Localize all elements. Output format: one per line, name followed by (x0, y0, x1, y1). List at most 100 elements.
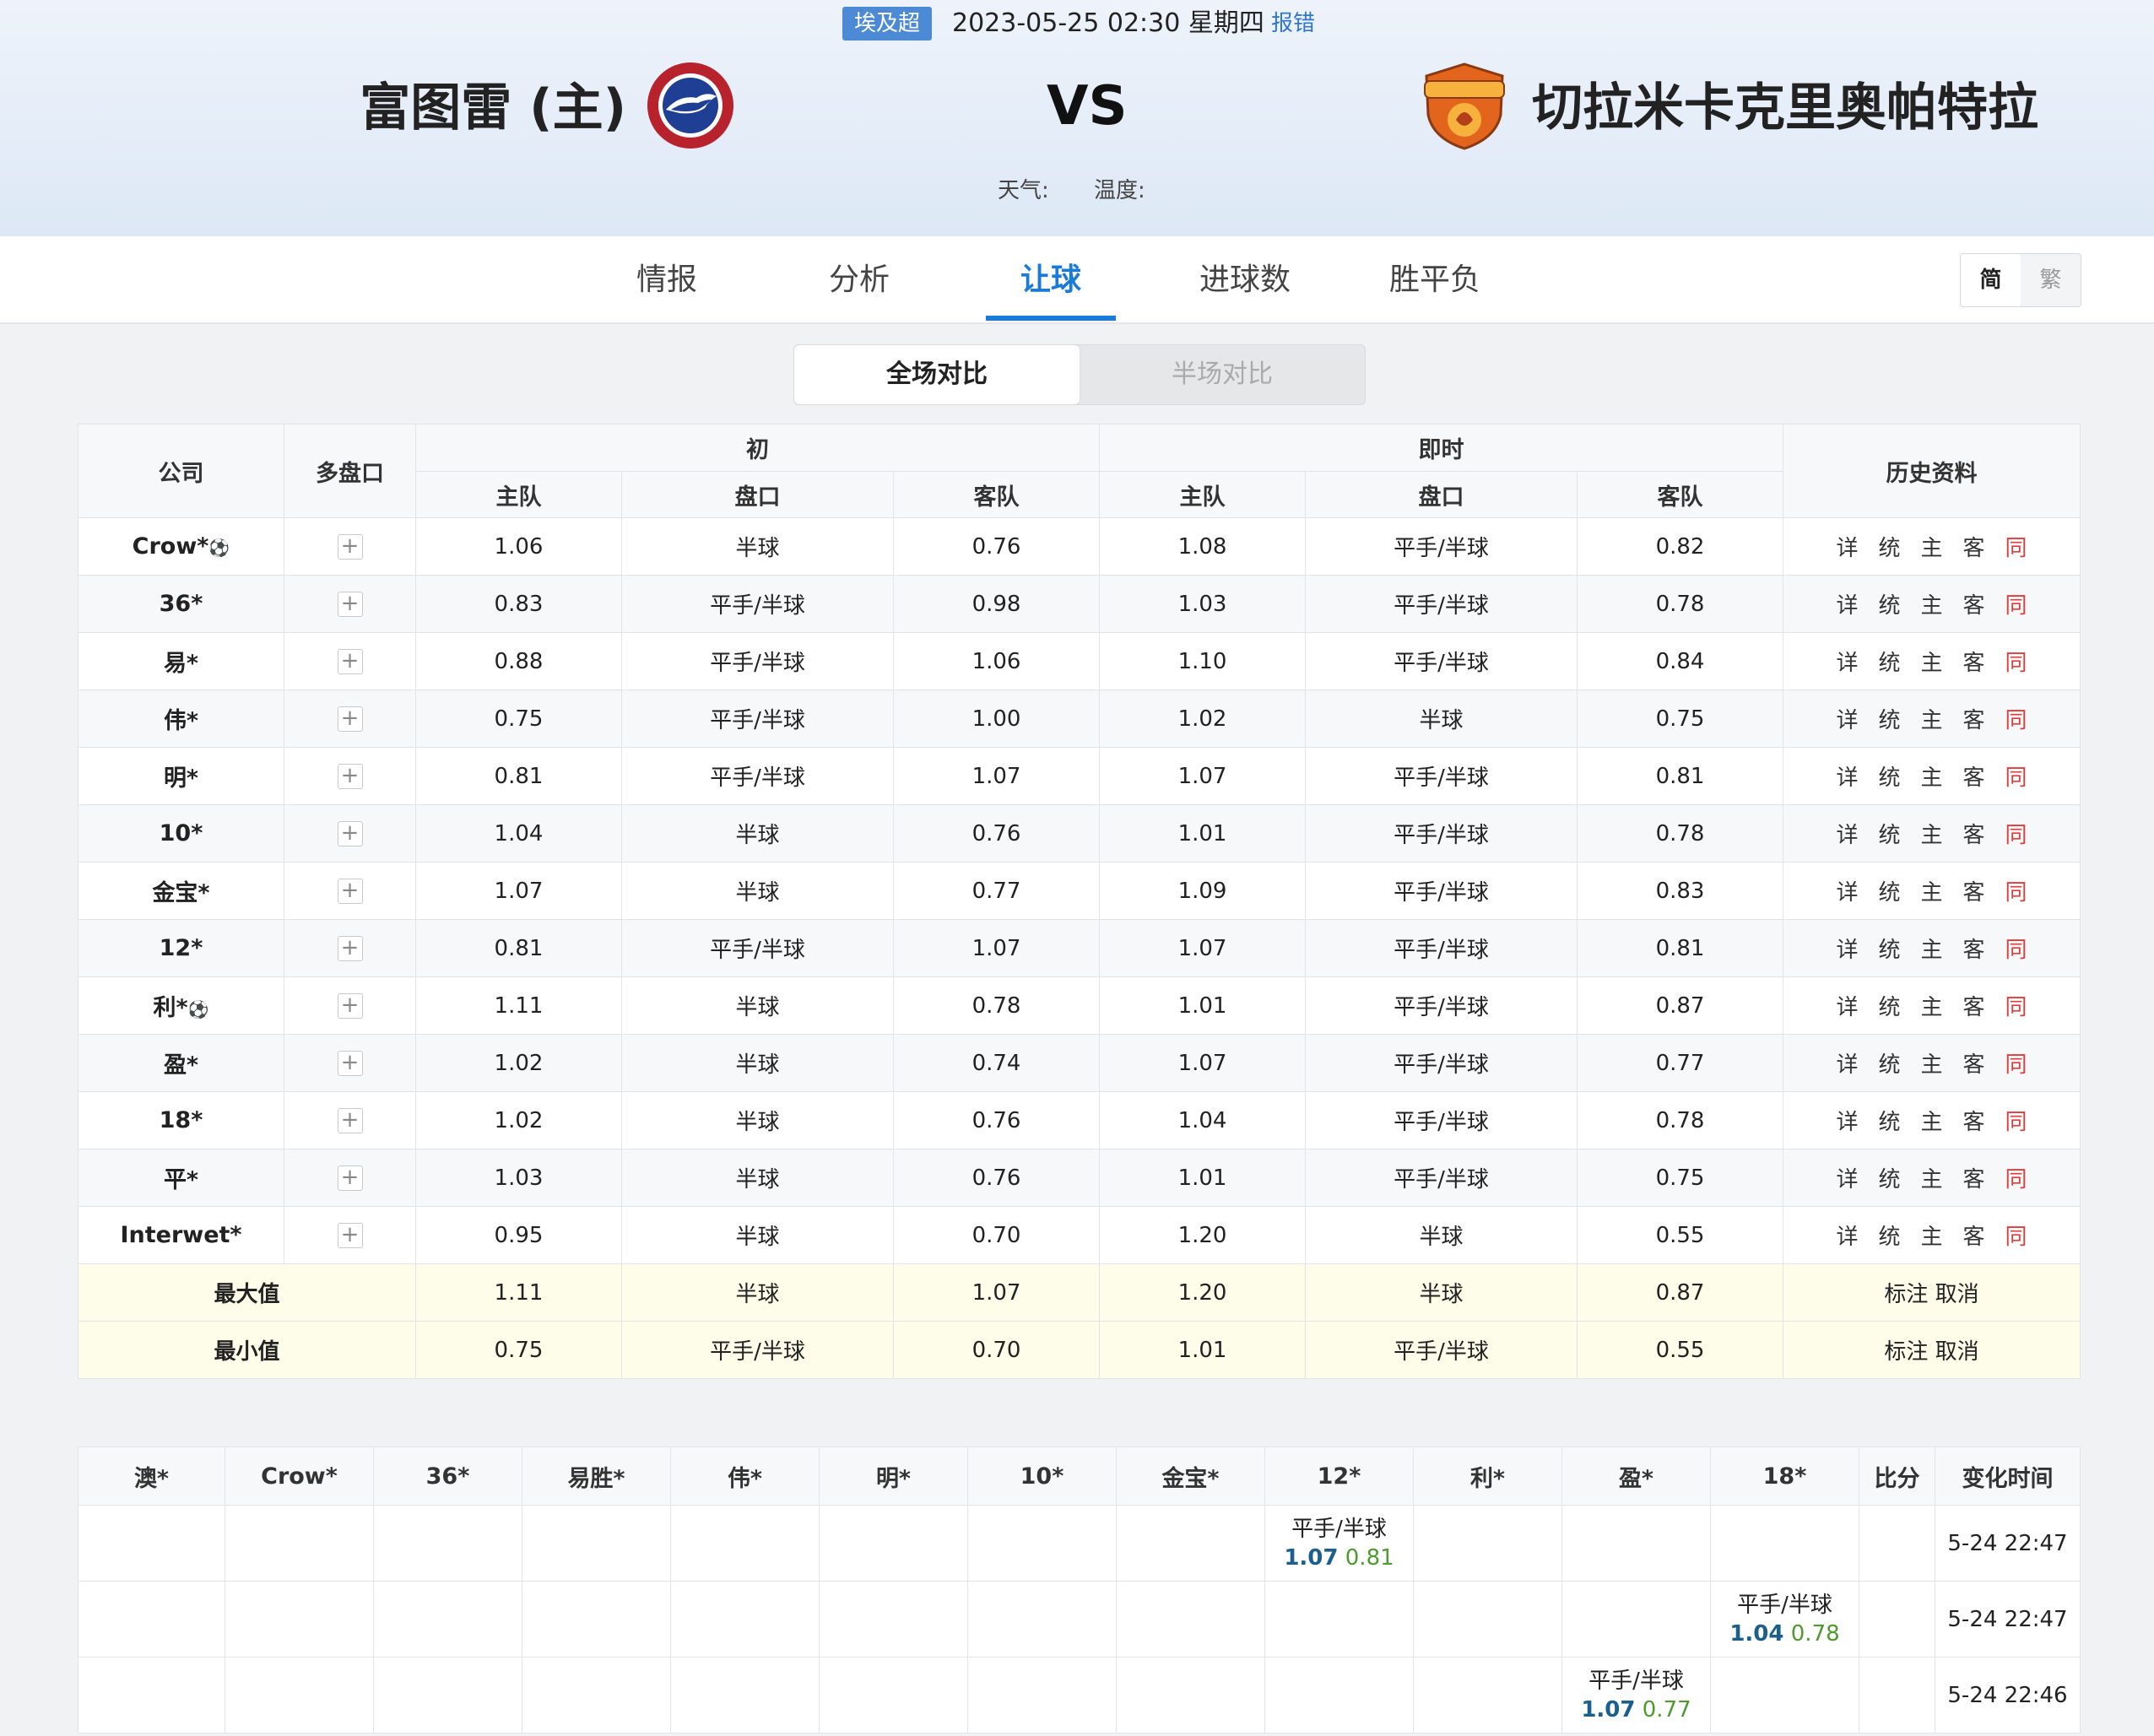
history-link[interactable]: 统 (1879, 1220, 1901, 1251)
history-link[interactable]: 同 (2005, 1105, 2027, 1136)
half-time-button[interactable]: 半场对比 (1080, 345, 1365, 404)
history-link[interactable]: 详 (1836, 990, 1858, 1021)
history-link[interactable]: 同 (2005, 818, 2027, 849)
report-error-link[interactable]: 报错 (1271, 7, 1315, 41)
company-cell[interactable]: 12* (78, 919, 284, 977)
history-link[interactable]: 同 (2005, 531, 2027, 562)
company-cell[interactable]: 36* (78, 575, 284, 633)
away-team-logo[interactable] (1418, 61, 1511, 152)
history-link[interactable]: 详 (1836, 818, 1858, 849)
history-link[interactable]: 统 (1879, 1162, 1901, 1193)
history-link[interactable]: 客 (1963, 1220, 1985, 1251)
history-link[interactable]: 客 (1963, 531, 1985, 562)
plus-icon[interactable]: + (337, 992, 363, 1019)
company-cell[interactable]: 金宝* (78, 862, 284, 920)
home-team-name[interactable]: 富图雷 (主) (360, 76, 626, 140)
history-link[interactable]: 详 (1836, 531, 1858, 562)
history-link[interactable]: 同 (2005, 1220, 2027, 1251)
company-cell[interactable]: 明* (78, 747, 284, 805)
history-link[interactable]: 统 (1879, 531, 1901, 562)
history-link[interactable]: 主 (1921, 1162, 1943, 1193)
history-link[interactable]: 详 (1836, 1162, 1858, 1193)
company-cell[interactable]: Interwet* (78, 1206, 284, 1264)
history-link[interactable]: 主 (1921, 703, 1943, 734)
history-link[interactable]: 同 (2005, 646, 2027, 677)
plus-icon[interactable]: + (337, 878, 363, 904)
history-link[interactable]: 详 (1836, 1105, 1858, 1136)
history-link[interactable]: 客 (1963, 588, 1985, 619)
history-link[interactable]: 客 (1963, 1105, 1985, 1136)
history-link[interactable]: 主 (1921, 818, 1943, 849)
history-link[interactable]: 详 (1836, 1047, 1858, 1079)
plus-icon[interactable]: + (337, 591, 363, 617)
history-link[interactable]: 客 (1963, 1162, 1985, 1193)
home-team-logo[interactable] (646, 61, 735, 150)
company-cell[interactable]: 伟* (78, 690, 284, 748)
history-link[interactable]: 统 (1879, 818, 1901, 849)
history-link[interactable]: 统 (1879, 588, 1901, 619)
company-cell[interactable]: 易* (78, 632, 284, 690)
history-link[interactable]: 客 (1963, 646, 1985, 677)
traditional-chinese-button[interactable]: 繁 (2021, 254, 2081, 306)
plus-icon[interactable]: + (337, 1107, 363, 1133)
tab-1x2[interactable]: 胜平负 (1376, 236, 1494, 322)
history-link[interactable]: 主 (1921, 933, 1943, 964)
history-link[interactable]: 统 (1879, 990, 1901, 1021)
plus-icon[interactable]: + (337, 763, 363, 789)
plus-icon[interactable]: + (337, 935, 363, 961)
company-cell[interactable]: 10* (78, 804, 284, 863)
history-link[interactable]: 同 (2005, 1047, 2027, 1079)
history-link[interactable]: 详 (1836, 933, 1858, 964)
full-time-button[interactable]: 全场对比 (794, 345, 1080, 404)
plus-icon[interactable]: + (337, 706, 363, 732)
history-link[interactable]: 客 (1963, 933, 1985, 964)
history-link[interactable]: 同 (2005, 875, 2027, 906)
company-cell[interactable]: 平* (78, 1149, 284, 1207)
history-link[interactable]: 客 (1963, 818, 1985, 849)
simplified-chinese-button[interactable]: 简 (1961, 254, 2021, 306)
history-link[interactable]: 主 (1921, 531, 1943, 562)
history-link[interactable]: 详 (1836, 1220, 1858, 1251)
history-link[interactable]: 主 (1921, 1105, 1943, 1136)
plus-icon[interactable]: + (337, 648, 363, 674)
history-link[interactable]: 详 (1836, 588, 1858, 619)
history-link[interactable]: 同 (2005, 1162, 2027, 1193)
history-link[interactable]: 客 (1963, 703, 1985, 734)
away-team-name[interactable]: 切拉米卡克里奥帕特拉 (1532, 76, 2038, 140)
history-link[interactable]: 详 (1836, 760, 1858, 792)
history-link[interactable]: 客 (1963, 1047, 1985, 1079)
history-link[interactable]: 详 (1836, 875, 1858, 906)
company-cell[interactable]: 18* (78, 1091, 284, 1149)
history-link[interactable]: 主 (1921, 990, 1943, 1021)
history-link[interactable]: 同 (2005, 990, 2027, 1021)
history-link[interactable]: 客 (1963, 875, 1985, 906)
plus-icon[interactable]: + (337, 1050, 363, 1076)
tab-intel[interactable]: 情报 (616, 236, 717, 322)
plus-icon[interactable]: + (337, 1165, 363, 1191)
tab-analysis[interactable]: 分析 (809, 236, 910, 322)
history-link[interactable]: 客 (1963, 760, 1985, 792)
history-link[interactable]: 同 (2005, 703, 2027, 734)
plus-icon[interactable]: + (337, 533, 363, 560)
history-link[interactable]: 详 (1836, 646, 1858, 677)
mark-button[interactable]: 标注 (1884, 1339, 1928, 1365)
plus-icon[interactable]: + (337, 1222, 363, 1248)
history-link[interactable]: 统 (1879, 933, 1901, 964)
history-link[interactable]: 统 (1879, 1047, 1901, 1079)
history-link[interactable]: 主 (1921, 646, 1943, 677)
history-link[interactable]: 统 (1879, 1105, 1901, 1136)
company-cell[interactable]: Crow*⚽ (78, 517, 284, 576)
history-link[interactable]: 同 (2005, 933, 2027, 964)
plus-icon[interactable]: + (337, 820, 363, 846)
tab-handicap[interactable]: 让球 (1000, 236, 1101, 322)
company-cell[interactable]: 盈* (78, 1034, 284, 1092)
tab-total-goals[interactable]: 进球数 (1182, 236, 1308, 322)
history-link[interactable]: 统 (1879, 646, 1901, 677)
history-link[interactable]: 统 (1879, 703, 1901, 734)
company-cell[interactable]: 利*⚽ (78, 976, 284, 1035)
history-link[interactable]: 主 (1921, 760, 1943, 792)
history-link[interactable]: 同 (2005, 760, 2027, 792)
history-link[interactable]: 主 (1921, 1047, 1943, 1079)
history-link[interactable]: 主 (1921, 588, 1943, 619)
history-link[interactable]: 主 (1921, 875, 1943, 906)
